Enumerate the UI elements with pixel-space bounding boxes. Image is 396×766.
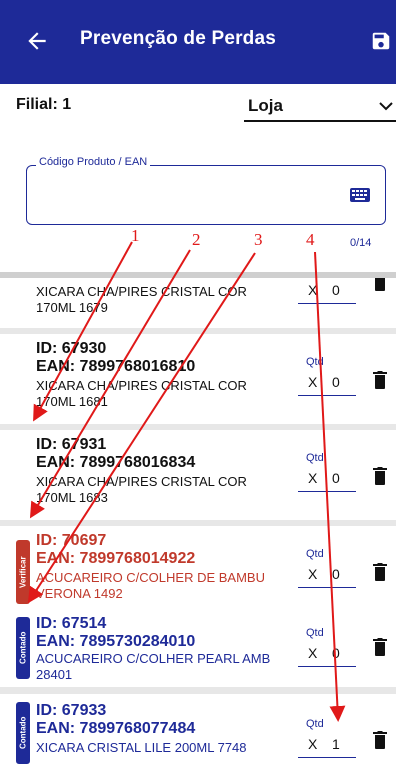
product-code-label: Código Produto / EAN (36, 156, 151, 168)
trash-icon[interactable] (372, 562, 388, 582)
item-ean: EAN: 7895730284010 (36, 633, 196, 650)
item-ean: EAN: 7899768016834 (36, 454, 196, 471)
item-description: ACUCAREIRO C/COLHER PEARL AMB 28401 (36, 651, 286, 683)
item-id: ID: 67931 (36, 436, 107, 453)
qty-value: 0 (332, 645, 340, 661)
list-item: Verificar ID: 70697 EAN: 7899768014922 A… (0, 526, 396, 616)
qty-label: Qtd (306, 718, 324, 730)
filter-row: Filial: 1 Loja (0, 84, 396, 132)
qty-label: Qtd (306, 356, 324, 368)
list-item: ID: 67930 EAN: 7899768016810 XICARA CHA/… (0, 334, 396, 424)
qty-value: 0 (332, 566, 340, 582)
quantity-input[interactable]: X 0 (298, 562, 356, 588)
qty-multiplier: X (308, 282, 318, 298)
quantity-input[interactable]: X 1 (298, 732, 356, 758)
qty-value: 0 (332, 470, 340, 486)
loja-select-value: Loja (248, 96, 283, 115)
item-description-line: XICARA CRISTAL LILE 200ML 7748 (36, 740, 247, 755)
item-description-line: 170ML 1683 (36, 490, 108, 505)
item-ean: EAN: 7899768014922 (36, 550, 196, 567)
product-list[interactable]: XICARA CHA/PIRES CRISTAL COR 170ML 1679 … (0, 272, 396, 766)
char-counter: 0/14 (350, 237, 372, 249)
item-description: ACUCAREIRO C/COLHER DE BAMBU VERONA 1492 (36, 570, 286, 602)
qty-value: 1 (332, 736, 340, 752)
list-item: ID: 67931 EAN: 7899768016834 XICARA CHA/… (0, 430, 396, 520)
item-description: XICARA CHA/PIRES CRISTAL COR 170ML 1681 (36, 378, 286, 410)
qty-label: Qtd (306, 548, 324, 560)
trash-icon[interactable] (372, 370, 388, 390)
qty-label: Qtd (306, 627, 324, 639)
product-code-input[interactable] (26, 165, 386, 225)
qty-multiplier: X (308, 374, 318, 390)
quantity-input[interactable]: X 0 (298, 370, 356, 396)
status-badge-contado: Contado (16, 617, 30, 679)
qty-multiplier: X (308, 736, 318, 752)
trash-icon[interactable] (372, 637, 388, 657)
qty-value: 0 (332, 282, 340, 298)
item-ean: EAN: 7899768016810 (36, 358, 196, 375)
list-item: Contado ID: 67933 EAN: 7899768077484 XIC… (0, 694, 396, 766)
status-badge-verificar: Verificar (16, 540, 30, 604)
annotation-label: 2 (192, 230, 201, 249)
item-id: ID: 67933 (36, 702, 107, 719)
item-description: XICARA CRISTAL LILE 200ML 7748 (36, 740, 286, 756)
item-description: XICARA CHA/PIRES CRISTAL COR 170ML 1683 (36, 474, 286, 506)
quantity-input[interactable]: X 0 (298, 466, 356, 492)
item-description-line: ACUCAREIRO C/COLHER DE BAMBU (36, 570, 265, 585)
qty-value: 0 (332, 374, 340, 390)
trash-icon[interactable] (372, 466, 388, 486)
item-id: ID: 67514 (36, 615, 107, 632)
back-arrow-icon[interactable] (24, 28, 50, 54)
annotation-label: 3 (254, 230, 263, 249)
qty-multiplier: X (308, 645, 318, 661)
item-ean: EAN: 7899768077484 (36, 720, 196, 737)
qty-label: Qtd (306, 452, 324, 464)
loja-select[interactable]: Loja (244, 92, 396, 122)
item-id: ID: 70697 (36, 532, 107, 549)
item-description-line: VERONA 1492 (36, 586, 123, 601)
item-description: XICARA CHA/PIRES CRISTAL COR 170ML 1679 (36, 284, 286, 316)
item-description-line: XICARA CHA/PIRES CRISTAL COR (36, 378, 247, 393)
item-description-line: 170ML 1681 (36, 394, 108, 409)
keyboard-icon[interactable] (350, 188, 370, 202)
save-icon[interactable] (370, 30, 392, 52)
status-badge-contado: Contado (16, 702, 30, 764)
item-description-line: 170ML 1679 (36, 300, 108, 315)
list-item: XICARA CHA/PIRES CRISTAL COR 170ML 1679 … (0, 278, 396, 328)
trash-icon[interactable] (372, 272, 388, 292)
annotation-label: 4 (306, 230, 315, 249)
trash-icon[interactable] (372, 730, 388, 750)
item-id: ID: 67930 (36, 340, 107, 357)
annotation-label: 1 (131, 226, 140, 245)
qty-multiplier: X (308, 566, 318, 582)
quantity-input[interactable]: X 0 (298, 278, 356, 304)
chevron-down-icon (379, 102, 393, 111)
list-item: Contado ID: 67514 EAN: 7895730284010 ACU… (0, 609, 396, 687)
quantity-input[interactable]: X 0 (298, 641, 356, 667)
item-description-line: 28401 (36, 667, 73, 682)
qty-multiplier: X (308, 470, 318, 486)
page-title: Prevenção de Perdas (80, 28, 277, 49)
item-description-line: XICARA CHA/PIRES CRISTAL COR (36, 474, 247, 489)
filial-label: Filial: 1 (16, 96, 72, 113)
app-bar: Prevenção de Perdas (0, 0, 396, 84)
item-description-line: ACUCAREIRO C/COLHER PEARL AMB (36, 651, 271, 666)
item-description-line: XICARA CHA/PIRES CRISTAL COR (36, 284, 247, 299)
